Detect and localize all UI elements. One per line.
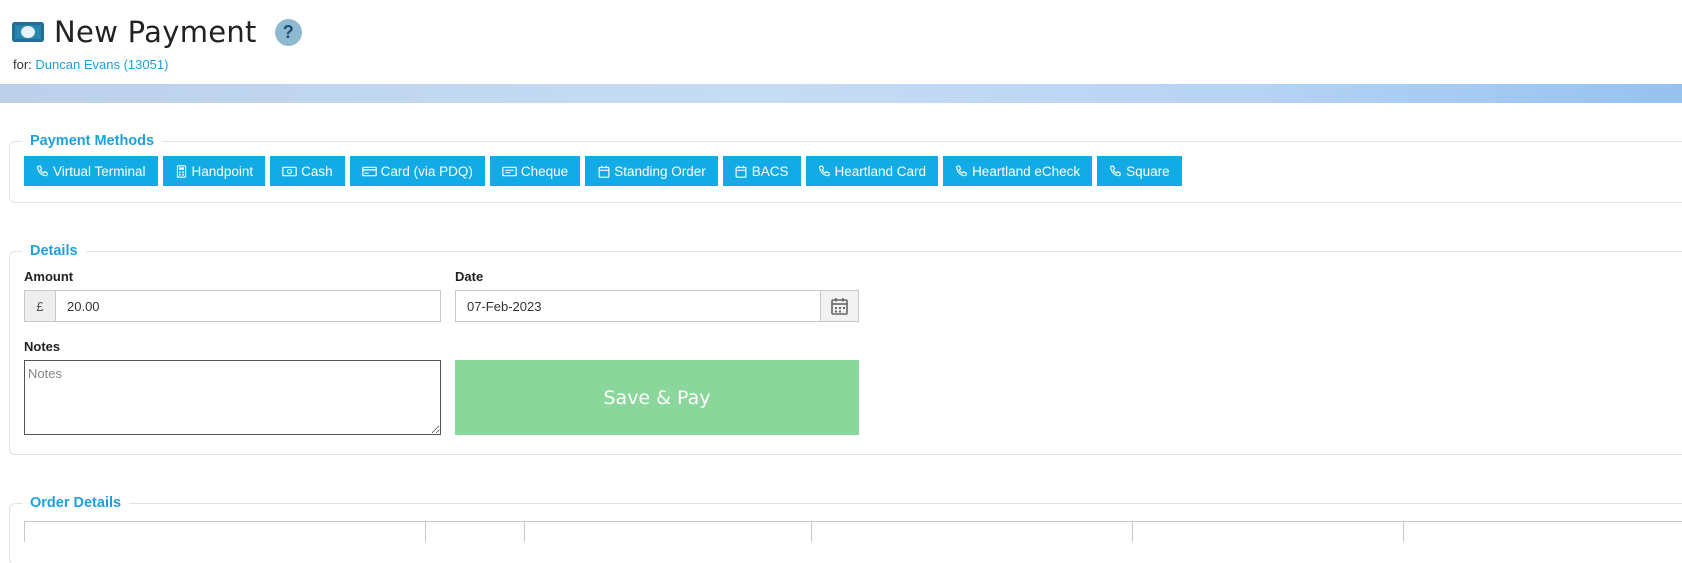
button-label: BACS <box>751 163 789 179</box>
details-legend: Details <box>22 242 86 260</box>
cheque-button[interactable]: Cheque <box>489 156 581 186</box>
order-details-panel: Order Details <box>9 494 1682 563</box>
date-label: Date <box>455 269 484 284</box>
help-icon[interactable]: ? <box>274 18 302 46</box>
payment-method-buttons: Virtual Terminal Handpoint Cash Card (vi… <box>24 156 1182 186</box>
save-and-pay-button[interactable]: Save & Pay <box>455 360 859 435</box>
button-label: Heartland eCheck <box>972 163 1081 179</box>
calendar-picker-button[interactable] <box>820 291 858 321</box>
table-column <box>1403 522 1604 542</box>
cash-button[interactable]: Cash <box>270 156 345 186</box>
payment-methods-legend: Payment Methods <box>22 132 163 150</box>
phone-icon <box>955 165 968 178</box>
button-label: Cheque <box>520 163 569 179</box>
notes-label: Notes <box>24 339 61 354</box>
calculator-icon <box>175 164 188 178</box>
for-prefix: for: <box>13 57 32 72</box>
notes-textarea[interactable] <box>24 360 441 435</box>
button-label: Heartland Card <box>834 163 927 179</box>
amount-label: Amount <box>24 269 74 284</box>
table-column <box>811 522 1132 542</box>
phone-icon <box>36 165 49 178</box>
cheque-icon <box>502 165 517 178</box>
date-input[interactable] <box>456 291 820 321</box>
order-table-header <box>24 521 1682 542</box>
virtual-terminal-button[interactable]: Virtual Terminal <box>24 156 158 186</box>
calendar-icon <box>735 165 748 178</box>
order-details-legend: Order Details <box>22 494 130 512</box>
details-panel: Details Amount £ Date Notes Save & Pay <box>9 242 1682 455</box>
button-label: Cash <box>301 163 333 179</box>
cash-icon <box>282 165 297 178</box>
title-row: New Payment ? <box>12 15 302 49</box>
customer-line: for: Duncan Evans (13051) <box>13 57 168 72</box>
card-pdq-button[interactable]: Card (via PDQ) <box>349 156 485 186</box>
header-divider-bar <box>0 84 1682 103</box>
amount-input[interactable] <box>56 291 440 321</box>
currency-symbol: £ <box>25 291 56 321</box>
button-label: Card (via PDQ) <box>380 163 473 179</box>
calendar-icon <box>597 165 610 178</box>
standing-order-button[interactable]: Standing Order <box>585 156 718 186</box>
payment-methods-panel: Payment Methods Virtual Terminal Handpoi… <box>9 132 1682 203</box>
phone-icon <box>1109 165 1122 178</box>
button-label: Handpoint <box>191 163 254 179</box>
table-column <box>524 522 811 542</box>
phone-icon <box>818 165 831 178</box>
credit-card-icon <box>361 165 377 178</box>
table-column <box>425 522 524 542</box>
calendar-icon <box>831 298 848 315</box>
button-label: Square <box>1126 163 1170 179</box>
heartland-card-button[interactable]: Heartland Card <box>805 156 939 186</box>
money-icon <box>12 22 44 42</box>
bacs-button[interactable]: BACS <box>722 156 801 186</box>
square-button[interactable]: Square <box>1097 156 1182 186</box>
table-column <box>1132 522 1403 542</box>
table-column <box>24 522 425 542</box>
button-label: Standing Order <box>614 163 706 179</box>
page-title: New Payment <box>54 15 257 49</box>
customer-link[interactable]: Duncan Evans (13051) <box>35 57 168 72</box>
page-header: New Payment ? for: Duncan Evans (13051) <box>0 0 1682 84</box>
heartland-echeck-button[interactable]: Heartland eCheck <box>943 156 1093 186</box>
button-label: Virtual Terminal <box>53 163 146 179</box>
date-field-group <box>455 290 859 322</box>
handpoint-button[interactable]: Handpoint <box>162 156 266 186</box>
amount-field-group: £ <box>24 290 441 322</box>
